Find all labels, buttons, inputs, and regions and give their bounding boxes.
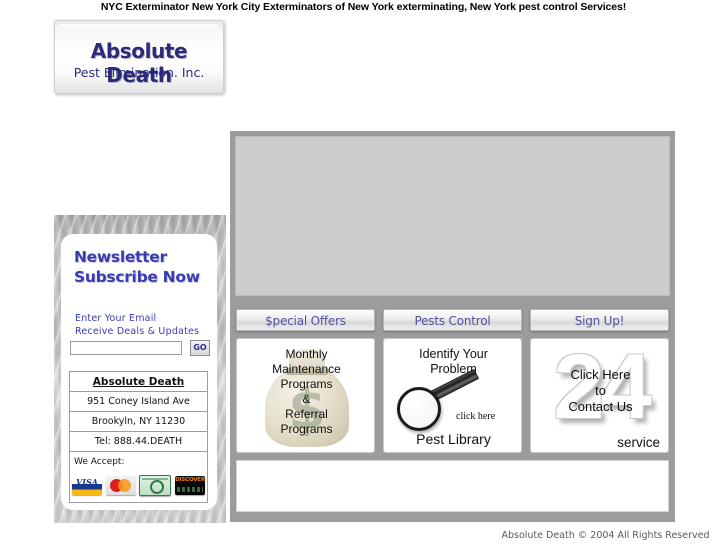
contact-info-table: Absolute Death 951 Coney Island Ave Broo… (69, 371, 208, 503)
panel-contact-us[interactable]: 24 Click Here to Contact Us service (530, 338, 669, 453)
newsletter-title-line2: Subscribe Now (74, 268, 200, 286)
discover-icon-label: DISCOVER (175, 476, 205, 483)
mastercard-circle-right (117, 478, 131, 492)
newsletter-email-input[interactable] (70, 341, 182, 355)
newsletter-sub-line2: Receive Deals & Updates (75, 326, 200, 337)
panel-pest-library[interactable]: Identify Your Problem click here Pest Li… (383, 338, 522, 453)
tab-bar: $pecial Offers Pests Control Sign Up! (236, 309, 669, 333)
visa-icon: VISA (72, 475, 102, 495)
offers-text-block: Monthly Maintenance Programs & Referral … (237, 347, 374, 437)
amex-icon (139, 474, 172, 496)
newsletter-go-button[interactable]: GO (190, 340, 210, 356)
newsletter-sub-line1: Enter Your Email (75, 313, 157, 324)
offers-line-3: Programs (280, 377, 333, 391)
amex-ring (150, 479, 165, 494)
magnifier-lens (397, 387, 441, 431)
offers-line-1: Monthly (285, 347, 328, 361)
table-row: Tel: 888.44.DEATH (69, 431, 208, 452)
table-row: 951 Coney Island Ave (69, 391, 208, 412)
offers-line-4: & (302, 392, 311, 406)
logo-subtitle: Pest Elimination. Inc. (73, 65, 205, 80)
service-label: service (617, 435, 660, 450)
table-row: Absolute Death (69, 371, 208, 392)
pests-click-here-label[interactable]: click here (456, 411, 495, 422)
pest-library-label: Pest Library (416, 431, 491, 447)
city-cell: Brookyln, NY 11230 (69, 411, 208, 432)
discover-stripe (176, 486, 203, 492)
tab-special-offers[interactable]: $pecial Offers (236, 309, 375, 331)
company-name-cell[interactable]: Absolute Death (69, 371, 208, 392)
signup-line-2: to (595, 383, 606, 398)
offers-line-5: Referral (285, 407, 328, 421)
visa-icon-label: VISA (76, 476, 98, 487)
accepted-cards-cell: VISA DISCOVER (69, 471, 208, 503)
signup-line-3: Contact Us (568, 399, 633, 414)
phone-cell: Tel: 888.44.DEATH (69, 431, 208, 452)
table-row: Brookyln, NY 11230 (69, 411, 208, 432)
we-accept-label: We Accept: (69, 451, 208, 471)
pests-title-line-2: Problem (430, 362, 477, 376)
table-row: We Accept: (69, 451, 208, 471)
panel-special-offers[interactable]: $ Monthly Maintenance Programs & Referra… (236, 338, 375, 453)
newsletter-title-line1: Newsletter (74, 248, 167, 266)
pests-title-line-1: Identify Your (419, 347, 488, 361)
main-content-area: $pecial Offers Pests Control Sign Up! $ … (230, 131, 675, 522)
footer-copyright: Absolute Death © 2004 All Rights Reserve… (501, 530, 710, 541)
panel-row: $ Monthly Maintenance Programs & Referra… (236, 338, 669, 453)
street-cell: 951 Coney Island Ave (69, 391, 208, 412)
mastercard-icon (105, 475, 136, 495)
offers-line-6: Programs (280, 422, 333, 436)
discover-icon: DISCOVER (174, 475, 205, 495)
offers-line-2: Maintenance (272, 362, 341, 376)
tab-pests-control[interactable]: Pests Control (383, 309, 522, 331)
tab-sign-up[interactable]: Sign Up! (530, 309, 669, 331)
card-logos-row: VISA DISCOVER (72, 474, 205, 496)
bottom-content-panel (236, 460, 669, 512)
site-logo[interactable]: Absolute Death Pest Elimination. Inc. (54, 20, 224, 94)
page-tagline: NYC Exterminator New York City Extermina… (100, 1, 627, 13)
left-sidebar: Newsletter Subscribe Now Enter Your Emai… (54, 215, 226, 523)
table-row: VISA DISCOVER (69, 471, 208, 503)
sidebar-card: Newsletter Subscribe Now Enter Your Emai… (61, 234, 217, 510)
signup-text-block: Click Here to Contact Us (531, 367, 668, 415)
pests-title-block: Identify Your Problem (384, 347, 521, 377)
banner-placeholder (235, 136, 670, 296)
signup-line-1: Click Here (570, 367, 631, 382)
